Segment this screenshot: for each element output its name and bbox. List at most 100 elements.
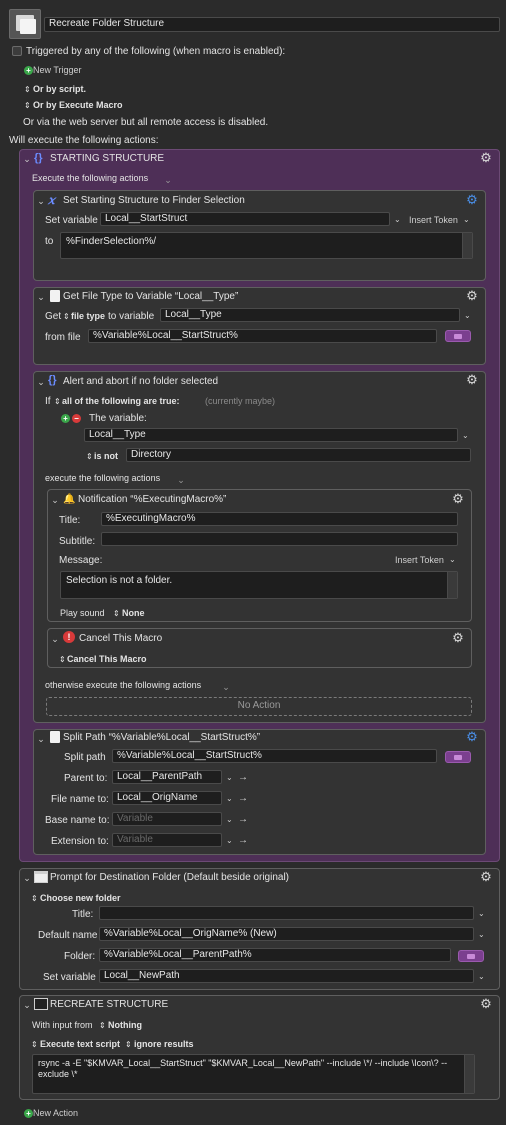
with-input-label: With input from xyxy=(32,1020,93,1030)
dropdown-arrow-icon[interactable]: ⌄ xyxy=(226,771,233,784)
dropdown-arrow-icon[interactable]: ⌄ xyxy=(226,792,233,805)
gear-icon[interactable]: ⚙ xyxy=(479,997,493,1011)
dropdown-arrow-icon[interactable]: ⌄ xyxy=(226,834,233,847)
group-icon: {} xyxy=(34,152,43,164)
trigger-checkbox[interactable] xyxy=(12,46,22,56)
play-sound-popup[interactable]: None xyxy=(122,607,145,620)
extension-field[interactable]: Variable xyxy=(112,833,222,847)
split-path-field[interactable]: %Variable%Local__StartStruct% xyxy=(112,749,437,763)
gear-icon[interactable]: ⚙ xyxy=(479,870,493,884)
gear-icon[interactable]: ⚙ xyxy=(465,193,479,207)
collapse-chevron-icon[interactable]: ⌄ xyxy=(22,873,32,883)
script-type-popup[interactable]: Execute text script xyxy=(40,1038,120,1051)
insert-token-menu[interactable]: Insert Token xyxy=(409,214,458,227)
gear-icon[interactable]: ⚙ xyxy=(465,373,479,387)
chevron-down-icon[interactable]: ⌄ xyxy=(176,475,186,485)
variable-field[interactable]: Local__Type xyxy=(160,308,460,322)
file-picker-button[interactable] xyxy=(445,330,471,342)
collapse-chevron-icon[interactable]: ⌄ xyxy=(22,1000,32,1010)
arrow-right-icon[interactable]: → xyxy=(238,792,248,805)
message-label: Message: xyxy=(59,555,103,566)
chevron-down-icon[interactable]: ⌄ xyxy=(163,175,173,185)
dropdown-arrow-icon[interactable]: ⌄ xyxy=(464,309,471,322)
arrow-right-icon[interactable]: → xyxy=(238,813,248,826)
currently-status: (currently maybe) xyxy=(205,396,276,406)
collapse-chevron-icon[interactable]: ⌄ xyxy=(36,196,46,206)
condition-popup[interactable]: all of the following are true: xyxy=(62,395,180,408)
remove-condition-icon[interactable]: − xyxy=(72,414,81,423)
action-title: Prompt for Destination Folder (Default b… xyxy=(50,872,289,883)
new-trigger-icon[interactable]: + xyxy=(24,66,33,75)
macro-name-field[interactable]: Recreate Folder Structure xyxy=(44,17,500,32)
updown-icon: ⇕ xyxy=(86,452,93,461)
collapse-chevron-icon[interactable]: ⌄ xyxy=(50,495,60,505)
prompt-variable-field[interactable]: Local__NewPath xyxy=(99,969,474,983)
no-action-placeholder[interactable]: No Action xyxy=(46,697,472,716)
dropdown-arrow-icon[interactable]: ⌄ xyxy=(478,907,485,920)
notification-icon: 🔔 xyxy=(63,494,76,505)
dropdown-arrow-icon[interactable]: ⌄ xyxy=(478,928,485,941)
dropdown-arrow-icon[interactable]: ⌄ xyxy=(226,813,233,826)
web-server-text: Or via the web server but all remote acc… xyxy=(23,117,269,128)
default-name-field[interactable]: %Variable%Local__OrigName% (New) xyxy=(99,927,474,941)
split-path-label: Split path xyxy=(64,752,106,763)
basename-field[interactable]: Variable xyxy=(112,812,222,826)
input-source-popup[interactable]: Nothing xyxy=(108,1019,142,1032)
chevron-down-icon: ⌄ xyxy=(463,215,470,224)
insert-token-menu[interactable]: Insert Token xyxy=(395,554,444,567)
or-by-execute-macro[interactable]: Or by Execute Macro xyxy=(33,99,123,112)
chevron-down-icon[interactable]: ⌄ xyxy=(221,682,231,692)
filename-field[interactable]: Local__OrigName xyxy=(112,791,222,805)
folder-label: Folder: xyxy=(64,951,96,962)
from-file-field[interactable]: %Variable%Local__StartStruct% xyxy=(88,329,437,343)
collapse-chevron-icon[interactable]: ⌄ xyxy=(22,154,32,164)
if-then-icon: {} xyxy=(48,374,57,386)
script-text: rsync -a -E "$KMVAR_Local__StartStruct" … xyxy=(38,1058,448,1079)
title-label: Title: xyxy=(59,515,81,526)
folder-picker-button[interactable] xyxy=(458,950,484,962)
script-textarea[interactable]: rsync -a -E "$KMVAR_Local__StartStruct" … xyxy=(32,1054,475,1094)
choose-folder-popup[interactable]: Choose new folder xyxy=(40,892,121,905)
gear-icon[interactable]: ⚙ xyxy=(451,492,465,506)
collapse-chevron-icon[interactable]: ⌄ xyxy=(36,734,46,744)
gear-icon[interactable]: ⚙ xyxy=(479,151,493,165)
group-title: STARTING STRUCTURE xyxy=(50,153,165,164)
gear-icon[interactable]: ⚙ xyxy=(465,730,479,744)
new-trigger-link[interactable]: New Trigger xyxy=(33,64,82,77)
value-textarea[interactable]: %FinderSelection%/ xyxy=(60,232,473,259)
new-action-icon[interactable]: + xyxy=(24,1109,33,1118)
compare-value-field[interactable]: Directory xyxy=(126,448,471,462)
operator-popup[interactable]: is not xyxy=(94,450,118,463)
dropdown-arrow-icon[interactable]: ⌄ xyxy=(478,970,485,983)
arrow-right-icon[interactable]: → xyxy=(238,834,248,847)
document-icon xyxy=(50,290,60,302)
chevron-down-icon: ⌄ xyxy=(449,555,456,564)
parent-field[interactable]: Local__ParentPath xyxy=(112,770,222,784)
set-variable-label: Set variable xyxy=(43,972,96,983)
prompt-title-field[interactable] xyxy=(99,906,474,920)
cancel-option-popup[interactable]: Cancel This Macro xyxy=(67,653,147,666)
variable-name-field[interactable]: Local__StartStruct xyxy=(100,212,390,226)
collapse-chevron-icon[interactable]: ⌄ xyxy=(36,377,46,387)
updown-icon: ⇕ xyxy=(125,1040,132,1049)
results-popup[interactable]: ignore results xyxy=(134,1038,194,1051)
dropdown-arrow-icon[interactable]: ⌄ xyxy=(462,429,469,442)
file-picker-button[interactable] xyxy=(445,751,471,763)
dropdown-arrow-icon[interactable]: ⌄ xyxy=(394,213,401,226)
or-by-script[interactable]: Or by script. xyxy=(33,83,86,96)
gear-icon[interactable]: ⚙ xyxy=(451,631,465,645)
collapse-chevron-icon[interactable]: ⌄ xyxy=(36,292,46,302)
gear-icon[interactable]: ⚙ xyxy=(465,289,479,303)
action-title: RECREATE STRUCTURE xyxy=(50,999,169,1010)
folder-field[interactable]: %Variable%Local__ParentPath% xyxy=(99,948,451,962)
notification-subtitle-field[interactable] xyxy=(101,532,458,546)
collapse-chevron-icon[interactable]: ⌄ xyxy=(50,634,60,644)
subtitle-label: Subtitle: xyxy=(59,536,96,547)
add-condition-icon[interactable]: + xyxy=(61,414,70,423)
new-action-link[interactable]: New Action xyxy=(33,1107,78,1120)
message-textarea[interactable]: Selection is not a folder. xyxy=(60,571,458,599)
file-type-popup[interactable]: file type xyxy=(71,310,105,323)
condition-variable-field[interactable]: Local__Type xyxy=(84,428,458,442)
notification-title-field[interactable]: %ExecutingMacro% xyxy=(101,512,458,526)
arrow-right-icon[interactable]: → xyxy=(238,771,248,784)
